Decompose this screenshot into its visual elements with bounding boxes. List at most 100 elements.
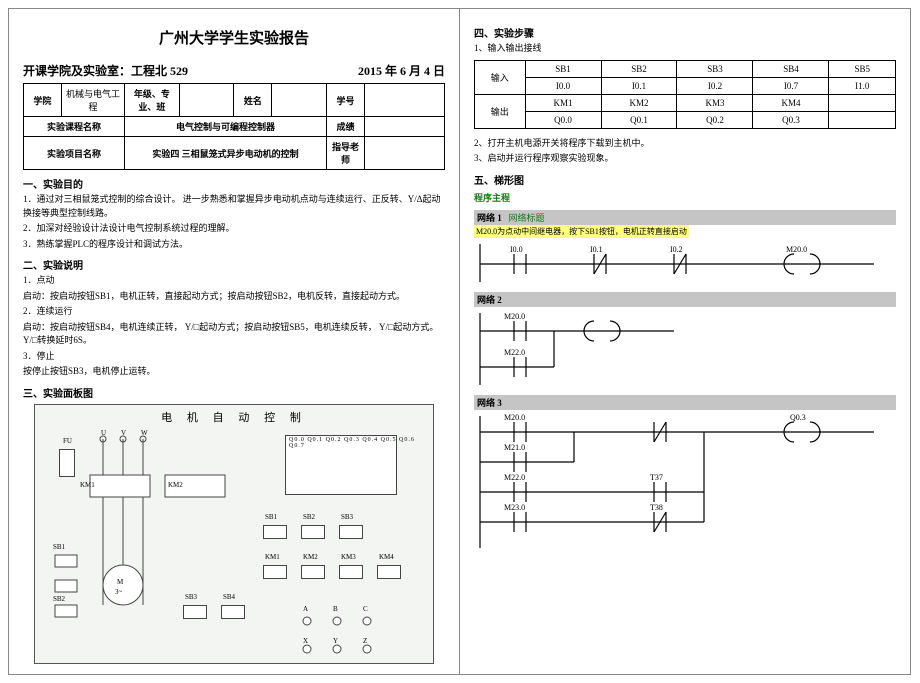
doc-subhead: 开课学院及实验室：工程北 529 2015 年 6 月 4 日	[23, 62, 445, 79]
cell	[364, 137, 444, 170]
cell: KM4	[753, 94, 829, 111]
sec-3-head: 三、实验面板图	[23, 385, 445, 400]
cell: I1.0	[829, 77, 896, 94]
cell: 机械与电气工程	[61, 84, 124, 117]
cell: I0.2	[677, 77, 753, 94]
cell	[364, 84, 444, 117]
panel-label: KM2	[168, 481, 183, 489]
cell: Q0.3	[753, 111, 829, 128]
ladder-contact-label: T38	[650, 503, 663, 512]
panel-label: KM1	[80, 481, 95, 489]
panel-block	[301, 525, 325, 539]
cell: 电气控制与可编程控制器	[125, 117, 327, 137]
panel-label: Q0.0 Q0.1 Q0.2 Q0.3 Q0.4 Q0.5 Q0.6 Q0.7	[289, 437, 433, 449]
cell	[272, 84, 327, 117]
ladder-net-3: M20.0 Q0.3 M21.0 M22.0 T37 M23.0 T38	[474, 412, 884, 552]
sec-2-item: 3．停止	[23, 350, 445, 364]
ladder-coil-label: Q0.3	[790, 413, 806, 422]
sec-4-item: 3、启动并运行程序观察实验现象。	[474, 152, 896, 166]
cell: 实验课程名称	[24, 117, 125, 137]
ladder-net-1: I0.0 I0.1 I0.2 M20.0	[474, 240, 884, 286]
cell: 输入	[475, 60, 526, 94]
ladder-program-label: 程序主程	[474, 191, 896, 204]
ladder-net-2-head: 网络 2	[474, 292, 896, 307]
panel-label: KM4	[379, 553, 394, 561]
ladder-contact-label: M21.0	[504, 443, 525, 452]
cell: I0.0	[525, 77, 601, 94]
cell: 实验四 三相鼠笼式异步电动机的控制	[125, 137, 327, 170]
cell: Q0.1	[601, 111, 677, 128]
panel-block	[183, 605, 207, 619]
sec-4-head: 四、实验步骤	[474, 25, 896, 40]
panel-label: SB1	[265, 513, 277, 521]
page-right: 四、实验步骤 1、输入输出接线 输入 SB1 SB2 SB3 SB4 SB5 I…	[459, 8, 911, 675]
dept-lab-label: 开课学院及实验室：	[23, 64, 131, 78]
ladder-contact-label: I0.1	[590, 245, 603, 254]
panel-label: SB2	[303, 513, 315, 521]
panel-label: SB2	[53, 595, 65, 603]
doc-date: 2015 年 6 月 4 日	[358, 62, 445, 79]
sec-1-item: 3．熟练掌握PLC的程序设计和调试方法。	[23, 238, 445, 252]
ladder-net-1-note: M20.0为点动中间继电器，按下SB1按钮，电机正转直接启动	[474, 225, 689, 238]
cell: 姓名	[234, 84, 272, 117]
panel-block	[339, 565, 363, 579]
io-table: 输入 SB1 SB2 SB3 SB4 SB5 I0.0 I0.1 I0.2 I0…	[474, 60, 896, 129]
cell: 指导老师	[327, 137, 365, 170]
cell: 输出	[475, 94, 526, 128]
cell: 成绩	[327, 117, 365, 137]
ladder-net-3-head: 网络 3	[474, 395, 896, 410]
ladder-contact-label: M22.0	[504, 348, 525, 357]
ladder-net-2: M20.0 M22.0	[474, 309, 884, 389]
ladder-contact-label: I0.2	[670, 245, 683, 254]
panel-block	[263, 525, 287, 539]
panel-block	[377, 565, 401, 579]
info-table: 学院 机械与电气工程 年级、专业、班 姓名 学号 实验课程名称 电气控制与可编程…	[23, 83, 445, 170]
ladder-coil-label: M20.0	[786, 245, 807, 254]
ladder-net-label: 网络 2	[477, 295, 502, 305]
cell: I0.1	[601, 77, 677, 94]
sec-2-head: 二、实验说明	[23, 257, 445, 272]
panel-label: SB3	[185, 593, 197, 601]
cell: 实验项目名称	[24, 137, 125, 170]
ladder-net-label: 网络 1	[477, 213, 502, 223]
panel-diagram: 电 机 自 动 控 制 FU U V W	[34, 404, 434, 664]
cell	[179, 84, 234, 117]
panel-label: SB3	[341, 513, 353, 521]
panel-label: M	[117, 578, 123, 586]
ladder-contact-label: M20.0	[504, 312, 525, 321]
sec-5-head: 五、梯形图	[474, 172, 896, 187]
cell: 年级、专业、班	[125, 84, 180, 117]
panel-label: KM2	[303, 553, 318, 561]
cell: SB4	[753, 60, 829, 77]
cell: 学院	[24, 84, 62, 117]
sec-1-item: 1．通过对三相鼠笼式控制的综合设计。 进一步熟悉和掌握异步电动机点动与连续运行、…	[23, 193, 445, 220]
sec-2-item: 启动：按启动按钮SB4，电机连续正转， Y/□起动方式；按启动按钮SB5，电机连…	[23, 321, 445, 348]
ladder-net-1-head: 网络 1 网络标题	[474, 210, 896, 225]
doc-title: 广州大学学生实验报告	[23, 27, 445, 48]
ladder-contact-label: M23.0	[504, 503, 525, 512]
ladder-contact-label: T37	[650, 473, 663, 482]
sec-2-item: 按停止按钮SB3，电机停止运转。	[23, 365, 445, 379]
cell: SB1	[525, 60, 601, 77]
sec-4-item: 1、输入输出接线	[474, 42, 896, 56]
panel-label: SB4	[223, 593, 235, 601]
ladder-contact-label: I0.0	[510, 245, 523, 254]
sec-2-item: 启动：按启动按钮SB1，电机正转，直接起动方式；按启动按钮SB2，电机反转，直接…	[23, 290, 445, 304]
cell: KM2	[601, 94, 677, 111]
cell	[829, 111, 896, 128]
sec-2-item: 2．连续运行	[23, 305, 445, 319]
cell: Q0.2	[677, 111, 753, 128]
cell: SB5	[829, 60, 896, 77]
sec-1-item: 2．加深对经验设计法设计电气控制系统过程的理解。	[23, 222, 445, 236]
cell	[829, 94, 896, 111]
page-left: 广州大学学生实验报告 开课学院及实验室：工程北 529 2015 年 6 月 4…	[8, 8, 460, 675]
dept-lab-value: 工程北 529	[131, 64, 188, 78]
cell: SB2	[601, 60, 677, 77]
panel-label: SB1	[53, 543, 65, 551]
ladder-net-label: 网络 3	[477, 398, 502, 408]
cell: KM1	[525, 94, 601, 111]
sec-1-head: 一、实验目的	[23, 176, 445, 191]
panel-terminals	[293, 609, 413, 659]
cell: SB3	[677, 60, 753, 77]
ladder-contact-label: M20.0	[504, 413, 525, 422]
